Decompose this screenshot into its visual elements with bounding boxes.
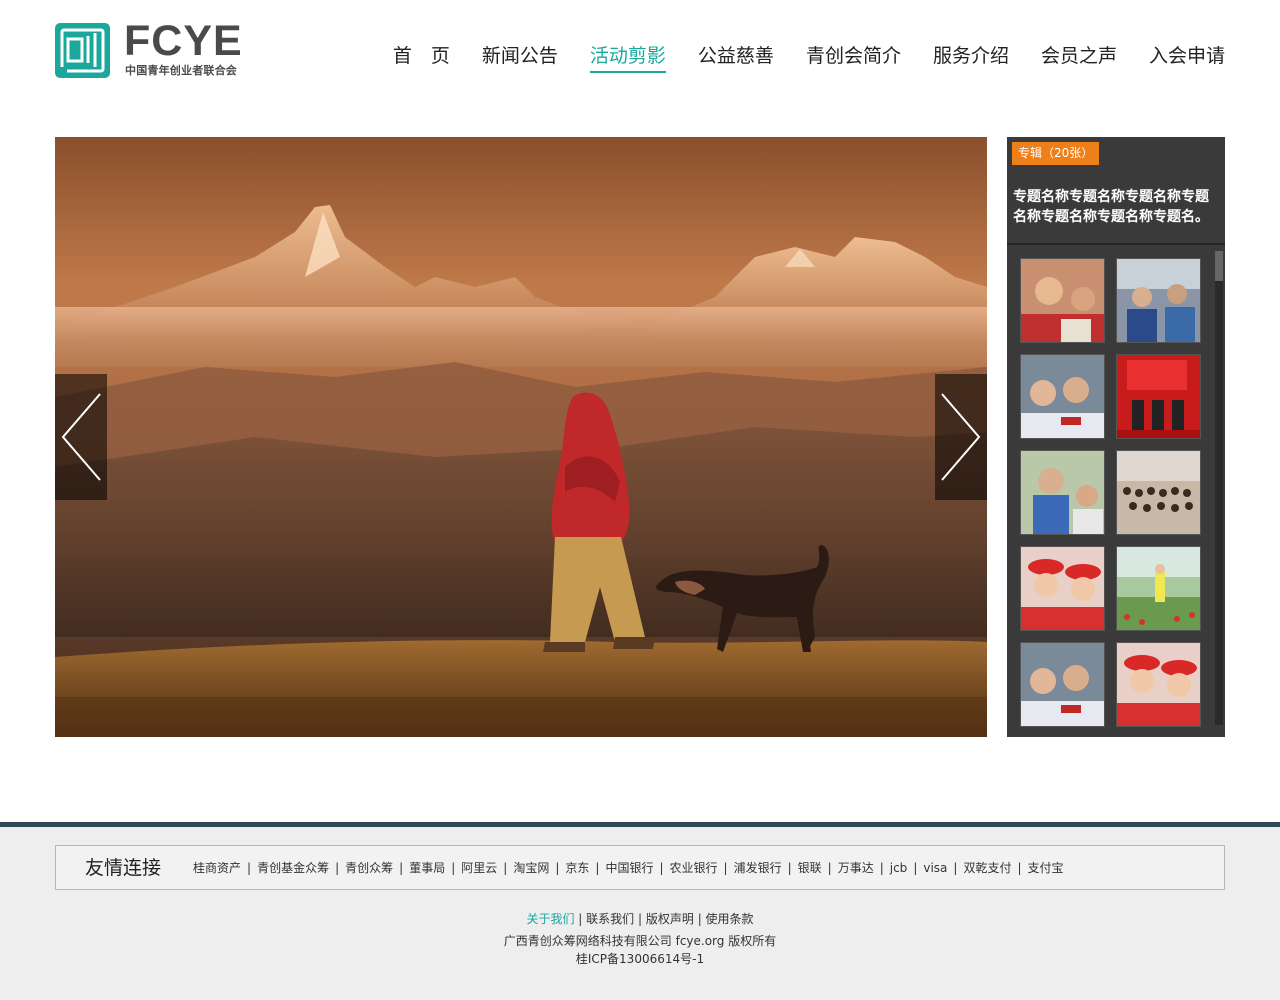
footer-link-terms[interactable]: 使用条款 — [706, 912, 754, 926]
footer-link-copyright[interactable]: 版权声明 — [646, 912, 694, 926]
friend-link[interactable]: visa — [923, 859, 947, 877]
friend-link[interactable]: jcb — [890, 859, 908, 877]
logo[interactable]: FCYE 中国青年创业者联合会 — [55, 18, 245, 78]
separator: | — [659, 861, 664, 875]
logo-subtitle: 中国青年创业者联合会 — [125, 64, 237, 77]
main-nav: 首 页 新闻公告 活动剪影 公益慈善 青创会简介 服务介绍 会员之声 入会申请 — [361, 42, 1225, 73]
thumbnail[interactable] — [1020, 258, 1105, 343]
separator: | — [637, 912, 646, 926]
thumbnail[interactable] — [1116, 354, 1201, 439]
footer-links: 关于我们 | 联系我们 | 版权声明 | 使用条款 — [0, 910, 1280, 928]
separator: | — [451, 861, 456, 875]
nav-item-activities[interactable]: 活动剪影 — [589, 42, 666, 73]
footer-link-about[interactable]: 关于我们 — [526, 912, 574, 926]
friend-links-list: 桂商资产 | 青创基金众筹 | 青创众筹 | 董事局 | 阿里云 | 淘宝网 | 京东 | 中… — [193, 859, 1064, 877]
separator: | — [787, 861, 792, 875]
friend-link[interactable]: 双乾支付 — [963, 859, 1011, 877]
friend-link[interactable]: 青创基金众筹 — [257, 859, 329, 877]
thumbnail[interactable] — [1116, 450, 1201, 535]
separator: | — [953, 861, 958, 875]
friend-link[interactable]: 京东 — [565, 859, 589, 877]
friend-link[interactable]: 阿里云 — [461, 859, 497, 877]
main-photo — [55, 137, 987, 737]
separator: | — [723, 861, 728, 875]
logo-text: FCYE — [124, 17, 243, 65]
friend-link[interactable]: 中国银行 — [605, 859, 653, 877]
nav-item-services[interactable]: 服务介绍 — [933, 42, 1009, 73]
thumbnail[interactable] — [1116, 546, 1201, 631]
separator: | — [827, 861, 832, 875]
thumbnail[interactable] — [1020, 546, 1105, 631]
friend-links-title: 友情连接 — [85, 857, 162, 879]
separator: | — [555, 861, 560, 875]
separator: | — [913, 861, 918, 875]
friend-link[interactable]: 农业银行 — [670, 859, 718, 877]
friend-link[interactable]: 青创众筹 — [345, 859, 393, 877]
panel-divider — [1007, 243, 1225, 245]
friend-links-box: 友情连接 桂商资产 | 青创基金众筹 | 青创众筹 | 董事局 | 阿里云 | 淘宝网 | … — [55, 845, 1225, 890]
friend-link[interactable]: 桂商资产 — [193, 859, 241, 877]
scrollbar-thumb[interactable] — [1215, 251, 1223, 281]
friend-link[interactable]: 董事局 — [409, 859, 445, 877]
thumbnail[interactable] — [1020, 642, 1105, 727]
album-title: 专题名称专题名称专题名称专题名称专题名称专题名称专题名。 — [1013, 189, 1209, 225]
separator: | — [578, 912, 587, 926]
friend-link[interactable]: 银联 — [798, 859, 822, 877]
footer: 友情连接 桂商资产 | 青创基金众筹 | 青创众筹 | 董事局 | 阿里云 | 淘宝网 | … — [0, 822, 1280, 1000]
nav-item-news[interactable]: 新闻公告 — [482, 42, 558, 73]
separator: | — [335, 861, 340, 875]
prev-photo-button[interactable] — [55, 374, 107, 500]
photo-viewer — [55, 137, 987, 737]
chevron-right-icon — [941, 393, 981, 481]
next-photo-button[interactable] — [935, 374, 987, 500]
separator: | — [1017, 861, 1022, 875]
nav-item-about[interactable]: 青创会简介 — [806, 42, 901, 73]
friend-link[interactable]: 支付宝 — [1028, 859, 1064, 877]
icp-text: 桂ICP备13006614号-1 — [575, 952, 705, 966]
separator: | — [503, 861, 508, 875]
thumbnail[interactable] — [1020, 450, 1105, 535]
friend-link[interactable]: 淘宝网 — [513, 859, 549, 877]
thumbnail[interactable] — [1020, 354, 1105, 439]
logo-mark-icon — [55, 23, 110, 78]
album-panel: 专辑（20张） 专题名称专题名称专题名称专题名称专题名称专题名称专题名。 — [1007, 137, 1225, 737]
separator: | — [697, 912, 706, 926]
separator: | — [247, 861, 252, 875]
thumbnail[interactable] — [1116, 642, 1201, 727]
album-count-badge: 专辑（20张） — [1012, 142, 1100, 165]
friend-link[interactable]: 浦发银行 — [734, 859, 782, 877]
thumbnail[interactable] — [1116, 258, 1201, 343]
nav-item-charity[interactable]: 公益慈善 — [698, 42, 774, 73]
separator: | — [399, 861, 404, 875]
separator: | — [595, 861, 600, 875]
separator: | — [879, 861, 884, 875]
nav-item-home[interactable]: 首 页 — [393, 42, 450, 73]
copyright-text: 广西青创众筹网络科技有限公司 fcye.org 版权所有 — [503, 934, 777, 948]
thumbnail-scrollbar[interactable] — [1215, 251, 1223, 725]
friend-link[interactable]: 万事达 — [838, 859, 874, 877]
chevron-left-icon — [61, 393, 101, 481]
nav-item-join[interactable]: 入会申请 — [1149, 42, 1225, 73]
footer-link-contact[interactable]: 联系我们 — [586, 912, 634, 926]
nav-item-member-voices[interactable]: 会员之声 — [1041, 42, 1117, 73]
